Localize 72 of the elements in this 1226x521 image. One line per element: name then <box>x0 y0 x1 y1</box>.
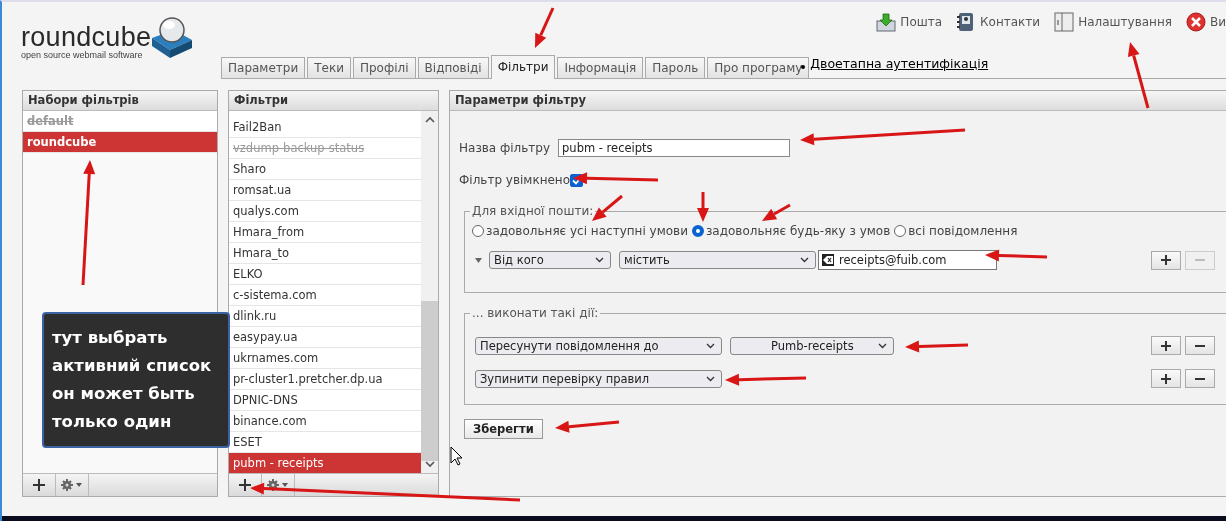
plus-icon <box>1161 340 1171 351</box>
annotation-arrow <box>697 192 709 222</box>
operator-select[interactable]: містить <box>619 251 816 269</box>
action-select[interactable]: Пересунути повідомлення до <box>475 336 722 355</box>
annotation-arrow <box>905 340 969 353</box>
match-option[interactable]: задовольняє будь-яку з умов <box>691 224 891 238</box>
add-row-button[interactable] <box>1151 369 1181 388</box>
settings-tab[interactable]: Пароль <box>645 57 706 78</box>
group-legend: ... виконати такі дії: <box>470 306 601 320</box>
mail-tray-icon <box>876 12 897 32</box>
plus-icon <box>239 479 251 491</box>
close-icon <box>1185 12 1206 32</box>
annotation-arrow <box>535 7 555 48</box>
match-option[interactable]: задовольняє усі наступні умови <box>472 224 688 238</box>
nav-link[interactable]: Контакти <box>956 12 1041 32</box>
gear-menu-icon <box>61 479 83 491</box>
plus-icon <box>1161 373 1171 384</box>
scroll-up-icon <box>424 115 435 123</box>
action-select[interactable]: Зупинити перевірку правил <box>475 369 722 388</box>
nav-link[interactable]: Пошта <box>876 12 943 32</box>
scroll-thumb[interactable] <box>421 301 438 461</box>
panel-title: Фільтри <box>229 91 438 111</box>
list-item[interactable]: pubm - receipts <box>229 453 421 473</box>
clear-tag-icon <box>822 254 834 266</box>
plus-icon <box>1161 255 1171 265</box>
annotation-arrow <box>1127 42 1150 109</box>
scrollbar[interactable] <box>421 111 438 473</box>
two-factor-link[interactable]: Двоетапна аутентифікація <box>810 56 989 71</box>
nav-link[interactable]: Ви <box>1185 12 1226 32</box>
panel-title: Параметри фільтру <box>450 91 1226 111</box>
annotation-arrow <box>555 420 620 433</box>
chevron-down-icon <box>878 342 887 349</box>
chevron-down-icon <box>706 375 715 382</box>
filter-name-field[interactable]: pubm - receipts <box>558 139 791 157</box>
field-label: Назва фільтру <box>459 141 551 155</box>
remove-row-button[interactable] <box>1185 369 1215 388</box>
plus-icon <box>33 479 45 491</box>
group-legend: Для вхідної пошти: <box>470 204 596 218</box>
bullet-icon <box>801 64 806 69</box>
mouse-cursor-icon <box>450 446 463 466</box>
nav-link[interactable]: Налаштування <box>1054 12 1172 32</box>
remove-row-button[interactable] <box>1185 336 1215 355</box>
save-button[interactable]: Зберегти <box>464 419 543 439</box>
header-select[interactable]: Від кого <box>489 251 611 269</box>
logo-tagline: open source webmail software <box>21 50 144 60</box>
chevron-down-icon <box>706 342 715 349</box>
annotation-arrow <box>762 203 791 221</box>
value-field[interactable]: receipts@fuib.com <box>818 250 997 270</box>
collapse-triangle-icon <box>475 257 482 263</box>
panel-title: Набори фільтрів <box>23 91 217 111</box>
folder-select[interactable]: Pumb-receipts <box>730 336 894 355</box>
list-item[interactable]: roundcube <box>23 132 217 153</box>
annotation-arrow <box>985 249 1048 262</box>
gear-menu-icon <box>267 479 289 491</box>
annotation-arrow <box>592 194 623 221</box>
settings-tab[interactable]: Відповіді <box>417 57 489 78</box>
add-row-button[interactable] <box>1151 250 1181 270</box>
settings-tab[interactable]: Інформація <box>557 57 644 78</box>
panel-icon <box>1054 12 1075 32</box>
add-row-button[interactable] <box>1151 336 1181 355</box>
logo-wordmark: roundcube <box>21 24 152 50</box>
chevron-down-icon <box>595 257 604 263</box>
settings-tab[interactable]: Параметри <box>221 57 306 78</box>
annotation-callout: тут выбрать активний список он может быть только один <box>42 312 230 448</box>
scroll-down-icon <box>424 461 435 469</box>
settings-tab[interactable]: Теки <box>307 57 351 78</box>
chevron-down-icon <box>800 257 809 263</box>
match-option[interactable]: всі повідомлення <box>894 224 1018 238</box>
settings-tab[interactable]: Профілі <box>352 57 416 78</box>
field-label: Фільтр увімкнено <box>459 173 571 187</box>
settings-tab[interactable]: Фільтри <box>490 55 556 79</box>
settings-tab[interactable]: Про програму <box>707 57 810 78</box>
